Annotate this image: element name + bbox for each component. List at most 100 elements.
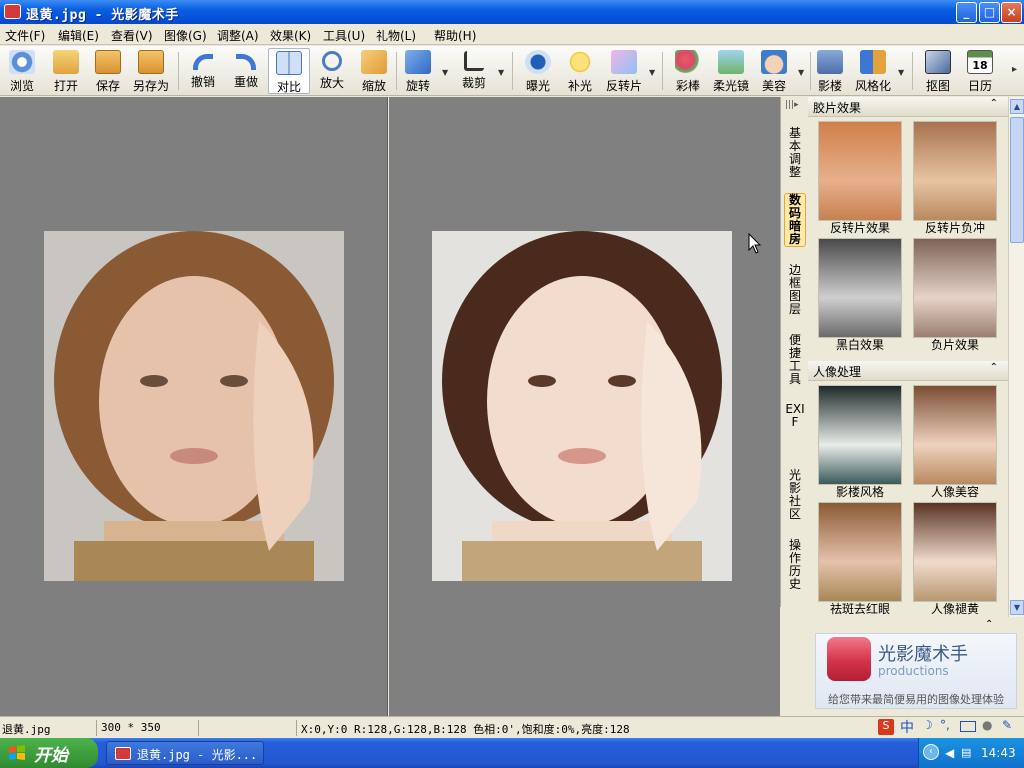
thumb-reversal-cross[interactable] <box>913 121 997 221</box>
save-as-button[interactable]: 另存为 <box>130 48 172 94</box>
menu-adjust[interactable]: 调整(A) <box>217 27 259 44</box>
toolbar-separator <box>662 52 663 90</box>
browse-icon <box>9 50 35 74</box>
crop-dropdown-arrow-icon[interactable]: ▼ <box>498 68 504 77</box>
menu-image[interactable]: 图像(G) <box>164 27 207 44</box>
original-image-pane[interactable] <box>0 97 388 716</box>
exposure-button[interactable]: 曝光 <box>520 48 556 94</box>
brand-name: 光影魔术手 <box>878 644 968 665</box>
promo-banner[interactable]: 光影魔术手 productions 给您带来最简便易用的图像处理体验 <box>815 633 1017 709</box>
tab-community[interactable]: 光影社区 <box>784 469 806 521</box>
compare-button[interactable]: 对比 <box>268 48 310 94</box>
color-wand-button[interactable]: 彩棒 <box>670 48 706 94</box>
promo-collapse-icon[interactable]: ⌃ <box>985 619 993 630</box>
thumb-reversal-effect[interactable] <box>818 121 902 221</box>
collapse-panel-icon[interactable]: |||▸ <box>785 100 799 110</box>
status-divider <box>96 720 97 736</box>
processed-photo <box>432 231 732 581</box>
browse-button[interactable]: 浏览 <box>4 48 40 94</box>
tab-basic-adjust[interactable]: 基本调整 <box>784 127 806 179</box>
brand-logo-icon <box>827 637 871 681</box>
soft-focus-button[interactable]: 柔光镜 <box>710 48 752 94</box>
network-icon[interactable]: ▤ <box>961 746 971 759</box>
ime-toolbar[interactable]: S 中 ☽ °, ● ✎ <box>870 716 1024 738</box>
status-image-size: 300 * 350 <box>101 721 161 734</box>
undo-icon <box>193 54 213 70</box>
save-button[interactable]: 保存 <box>90 48 126 94</box>
reversal-film-button[interactable]: 反转片 <box>603 48 645 94</box>
crop-button[interactable]: 裁剪 <box>456 48 492 94</box>
thumb-negative[interactable] <box>913 238 997 338</box>
tray-expand-icon[interactable]: ‹ <box>923 744 939 760</box>
menu-gift[interactable]: 礼物(L) <box>376 27 416 44</box>
color-wand-icon <box>675 50 701 74</box>
thumb-portrait-beauty[interactable] <box>913 385 997 485</box>
title-bar[interactable]: 退黄.jpg - 光影魔术手 _ □ × <box>0 0 1024 24</box>
window-title: 退黄.jpg - 光影魔术手 <box>26 8 179 23</box>
tab-border-layers[interactable]: 边框图层 <box>784 264 806 316</box>
menu-tools[interactable]: 工具(U) <box>323 27 365 44</box>
film-dropdown-arrow-icon[interactable]: ▼ <box>649 68 655 77</box>
scroll-thumb[interactable] <box>1010 117 1024 243</box>
menu-view[interactable]: 查看(V) <box>111 27 153 44</box>
menu-edit[interactable]: 编辑(E) <box>58 27 99 44</box>
zoom-in-button[interactable]: 放大 <box>314 48 350 94</box>
fill-light-button[interactable]: 补光 <box>562 48 598 94</box>
windows-logo-icon <box>9 745 25 760</box>
menu-effects[interactable]: 效果(K) <box>270 27 311 44</box>
undo-button[interactable]: 撤销 <box>185 48 221 94</box>
ime-logo-icon[interactable]: S <box>878 719 894 735</box>
fill-light-icon <box>567 50 593 74</box>
ime-settings-icon[interactable]: ✎ <box>1002 718 1012 732</box>
thumb-label: 黑白效果 <box>835 338 884 352</box>
scroll-down-icon[interactable]: ▼ <box>1010 600 1024 615</box>
redo-icon <box>236 54 256 70</box>
ime-punct-icon[interactable]: °, <box>940 718 950 732</box>
taskbar-app-button[interactable]: 退黄.jpg - 光影... <box>106 741 264 765</box>
tab-history[interactable]: 操作历史 <box>784 539 806 591</box>
compare-icon <box>276 51 302 75</box>
calendar-button[interactable]: 18 日历 <box>962 48 998 94</box>
thumb-black-white[interactable] <box>818 238 902 338</box>
tab-quick-tools[interactable]: 便捷工具 <box>784 334 806 386</box>
app-icon[interactable] <box>4 4 21 19</box>
thumb-studio-style[interactable] <box>818 385 902 485</box>
stylize-button[interactable]: 风格化 <box>852 48 894 94</box>
toolbar-overflow-icon[interactable]: ▸ <box>1012 64 1017 75</box>
studio-button[interactable]: 影楼 <box>814 48 846 94</box>
beauty-dropdown-arrow-icon[interactable]: ▼ <box>798 68 804 77</box>
minimize-button[interactable]: _ <box>956 2 977 23</box>
menu-help[interactable]: 帮助(H) <box>434 27 476 44</box>
tab-digital-darkroom[interactable]: 数码暗房 <box>784 193 806 247</box>
section-film-effects-header[interactable]: 胶片效果 ⌃ <box>808 97 1008 117</box>
collapse-icon[interactable]: ⌃ <box>990 362 998 373</box>
volume-icon[interactable]: ◀ <box>945 746 954 760</box>
resize-button[interactable]: 缩放 <box>356 48 392 94</box>
scroll-up-icon[interactable]: ▲ <box>1010 99 1024 114</box>
thumb-spot-redeye[interactable] <box>818 502 902 602</box>
thumb-portrait-unyellow[interactable] <box>913 502 997 602</box>
stylize-dropdown-arrow-icon[interactable]: ▼ <box>898 68 904 77</box>
section-portrait-header[interactable]: 人像处理 ⌃ <box>808 361 1008 381</box>
collapse-icon[interactable]: ⌃ <box>990 98 998 109</box>
ime-mode-icon[interactable]: 中 <box>900 717 914 737</box>
rotate-button[interactable]: 旋转 <box>400 48 436 94</box>
ime-user-icon[interactable]: ● <box>982 718 992 732</box>
ime-moon-icon[interactable]: ☽ <box>922 718 933 732</box>
tab-exif[interactable]: EXIF <box>784 403 806 429</box>
panel-scrollbar[interactable]: ▲ ▼ <box>1008 97 1024 617</box>
start-button[interactable]: 开始 <box>0 738 98 768</box>
side-tab-strip: |||▸ 基本调整 数码暗房 边框图层 便捷工具 EXIF 光影社区 操作历史 <box>780 97 808 607</box>
close-button[interactable]: × <box>1001 2 1022 23</box>
cutout-button[interactable]: 抠图 <box>920 48 956 94</box>
thumb-label: 负片效果 <box>930 338 979 352</box>
processed-image-pane[interactable] <box>389 97 780 716</box>
open-button[interactable]: 打开 <box>48 48 84 94</box>
system-tray: ‹ ◀ ▤ 14:43 <box>918 738 1024 768</box>
ime-keyboard-icon[interactable] <box>960 721 976 732</box>
beauty-button[interactable]: 美容 <box>756 48 792 94</box>
redo-button[interactable]: 重做 <box>228 48 264 94</box>
maximize-button[interactable]: □ <box>979 2 1000 23</box>
rotate-dropdown-arrow-icon[interactable]: ▼ <box>442 68 448 77</box>
menu-file[interactable]: 文件(F) <box>5 27 45 44</box>
